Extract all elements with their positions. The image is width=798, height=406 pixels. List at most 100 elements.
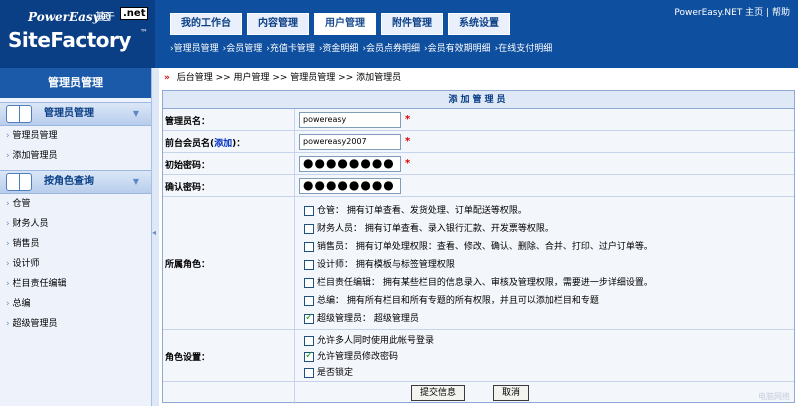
sidebar-item-role-finance[interactable]: 财务人员 [0, 214, 151, 234]
sidebar-group-admin[interactable]: 管理员管理 ▼ [0, 102, 151, 126]
role-settings-label: 角色设置： [165, 353, 211, 363]
confirm-password-input[interactable]: ●●●●●●●● [299, 178, 401, 194]
sidebar-item-role-designer[interactable]: 设计师 [0, 254, 151, 274]
member-name-label-suffix: )： [232, 139, 246, 149]
tab-attachment-management[interactable]: 附件管理 [381, 13, 443, 35]
row-init-password: 初始密码： ●●●●●●●● * [163, 153, 794, 175]
member-name-label: 前台会员名(添加)： [165, 136, 245, 149]
sidebar-splitter[interactable]: ◂ [152, 68, 159, 406]
help-link[interactable]: 帮助 [772, 8, 790, 18]
book-icon [6, 173, 32, 191]
header: PowerEasy® SiteFactory ™ 基于 .net 我的工作台 内… [0, 0, 798, 68]
main-content: » 后台管理 >> 用户管理 >> 管理员管理 >> 添加管理员 添加管理员 管… [160, 68, 798, 406]
checkbox[interactable] [304, 205, 314, 216]
role-option-text: 设计师： 拥有模板与标签管理权限 [317, 260, 455, 270]
member-name-label-prefix: 前台会员名( [165, 139, 215, 149]
sidebar-group-roles-label: 按角色查询 [44, 176, 94, 187]
tab-system-settings[interactable]: 系统设置 [448, 13, 510, 35]
main-tabs: 我的工作台 内容管理 用户管理 附件管理 系统设置 [170, 13, 510, 35]
row-admin-name: 管理员名： powereasy * [163, 109, 794, 131]
add-admin-form: 添加管理员 管理员名： powereasy * 前台会员名(添加)： power… [162, 90, 795, 404]
submenu-point-details[interactable]: ›会员点券明细 [362, 41, 420, 54]
submenu-fund-details[interactable]: ›资金明细 [319, 41, 359, 54]
checkbox[interactable] [304, 367, 314, 378]
breadcrumb-path: 后台管理 >> 用户管理 >> 管理员管理 >> 添加管理员 [176, 73, 402, 83]
add-member-link[interactable]: 添加 [214, 139, 232, 149]
sub-menu: ›管理员管理 ›会员管理 ›充值卡管理 ›资金明细 ›会员点券明细 ›会员有效期… [170, 41, 552, 54]
submenu-admin-management[interactable]: ›管理员管理 [170, 41, 219, 54]
submenu-online-payment[interactable]: ›在线支付明细 [495, 41, 553, 54]
sidebar-item-role-editor[interactable]: 栏目责任编辑 [0, 274, 151, 294]
tab-content-management[interactable]: 内容管理 [247, 13, 309, 35]
cancel-button[interactable]: 取消 [493, 385, 530, 401]
checkbox[interactable] [304, 295, 314, 306]
checkbox-checked[interactable] [304, 350, 314, 362]
chevron-down-icon[interactable]: ▼ [133, 171, 139, 193]
setting-multi-login[interactable]: 允许多人同时使用此帐号登录 [304, 333, 434, 346]
checkbox[interactable] [304, 223, 314, 234]
sidebar: 管理员管理 管理员管理 ▼ 管理员管理 添加管理员 按角色查询 ▼ 仓管 财务人… [0, 68, 152, 406]
member-name-input[interactable]: powereasy2007 [299, 134, 401, 150]
init-password-input[interactable]: ●●●●●●●● [299, 156, 401, 172]
role-option-text: 总编： 拥有所有栏目和所有专题的所有权限，并且可以添加栏目和专题 [317, 296, 599, 306]
role-option-super-admin[interactable]: 超级管理员： 超级管理员 [304, 311, 419, 324]
admin-name-input[interactable]: powereasy [299, 112, 401, 128]
required-mark: * [405, 158, 411, 169]
submenu-member-management[interactable]: ›会员管理 [223, 41, 263, 54]
required-mark: * [405, 114, 411, 125]
role-option-text: 超级管理员： 超级管理员 [317, 314, 419, 324]
role-option-text: 财务人员： 拥有订单查看、录入银行汇款、开发票等权限。 [317, 224, 554, 234]
role-option-designer[interactable]: 设计师： 拥有模板与标签管理权限 [304, 257, 455, 270]
sidebar-group-roles[interactable]: 按角色查询 ▼ [0, 170, 151, 194]
admin-name-label: 管理员名： [165, 117, 211, 127]
chevron-down-icon[interactable]: ▼ [133, 103, 139, 125]
sidebar-item-add-admin[interactable]: 添加管理员 [0, 146, 151, 166]
home-link[interactable]: PowerEasy.NET 主页 [674, 8, 763, 18]
breadcrumb: » 后台管理 >> 用户管理 >> 管理员管理 >> 添加管理员 [160, 68, 798, 88]
sidebar-item-role-super-admin[interactable]: 超级管理员 [0, 314, 151, 334]
checkbox[interactable] [304, 241, 314, 252]
row-member-name: 前台会员名(添加)： powereasy2007 * [163, 131, 794, 153]
init-password-label: 初始密码： [165, 161, 211, 171]
confirm-password-label: 确认密码： [165, 183, 211, 193]
role-option-editor[interactable]: 栏目责任编辑： 拥有某些栏目的信息录入、审核及管理权限，需要进一步详细设置。 [304, 275, 653, 288]
sidebar-item-admin-management[interactable]: 管理员管理 [0, 126, 151, 146]
checkbox[interactable] [304, 335, 314, 346]
submenu-recharge-card[interactable]: ›充值卡管理 [266, 41, 315, 54]
checkbox-checked[interactable] [304, 312, 314, 324]
setting-text: 允许多人同时使用此帐号登录 [317, 336, 435, 346]
required-mark: * [405, 136, 411, 147]
setting-text: 是否锁定 [317, 368, 354, 378]
setting-allow-change-password[interactable]: 允许管理员修改密码 [304, 349, 398, 362]
logo-tm: ™ [140, 28, 148, 37]
sidebar-item-role-sales[interactable]: 销售员 [0, 234, 151, 254]
row-roles: 所属角色： 仓管： 拥有订单查看、发货处理、订单配送等权限。 财务人员： 拥有订… [163, 197, 794, 330]
role-option-text: 销售员： 拥有订单处理权限：查看、修改、确认、删除、合并、打印、过户订单等。 [317, 242, 653, 252]
sidebar-item-role-warehouse[interactable]: 仓管 [0, 194, 151, 214]
tab-workbench[interactable]: 我的工作台 [170, 13, 242, 35]
role-option-warehouse[interactable]: 仓管： 拥有订单查看、发货处理、订单配送等权限。 [304, 203, 527, 216]
role-option-sales[interactable]: 销售员： 拥有订单处理权限：查看、修改、确认、删除、合并、打印、过户订单等。 [304, 239, 653, 252]
row-role-settings: 角色设置： 允许多人同时使用此帐号登录 允许管理员修改密码 是否锁定 [163, 330, 794, 382]
logo-main-text: SiteFactory [8, 28, 131, 52]
tab-user-management[interactable]: 用户管理 [314, 13, 376, 35]
breadcrumb-arrow-icon: » [164, 73, 170, 83]
sidebar-item-role-chief-editor[interactable]: 总编 [0, 294, 151, 314]
submenu-validity-details[interactable]: ›会员有效期明细 [424, 41, 491, 54]
watermark: 电脑网络 [758, 392, 790, 401]
submit-button[interactable]: 提交信息 [411, 385, 466, 401]
checkbox[interactable] [304, 277, 314, 288]
role-option-finance[interactable]: 财务人员： 拥有订单查看、录入银行汇款、开发票等权限。 [304, 221, 554, 234]
sidebar-title: 管理员管理 [0, 68, 151, 98]
sidebar-group-admin-label: 管理员管理 [44, 108, 94, 119]
role-option-chief-editor[interactable]: 总编： 拥有所有栏目和所有专题的所有权限，并且可以添加栏目和专题 [304, 293, 599, 306]
roles-label: 所属角色： [165, 260, 211, 270]
top-links: PowerEasy.NET 主页 | 帮助 [674, 5, 790, 18]
setting-locked[interactable]: 是否锁定 [304, 365, 353, 378]
chevron-left-icon[interactable]: ◂ [152, 228, 156, 237]
role-option-text: 仓管： 拥有订单查看、发货处理、订单配送等权限。 [317, 206, 527, 216]
checkbox[interactable] [304, 259, 314, 270]
form-title: 添加管理员 [163, 91, 794, 109]
top-link-separator: | [766, 8, 770, 18]
book-icon [6, 105, 32, 123]
